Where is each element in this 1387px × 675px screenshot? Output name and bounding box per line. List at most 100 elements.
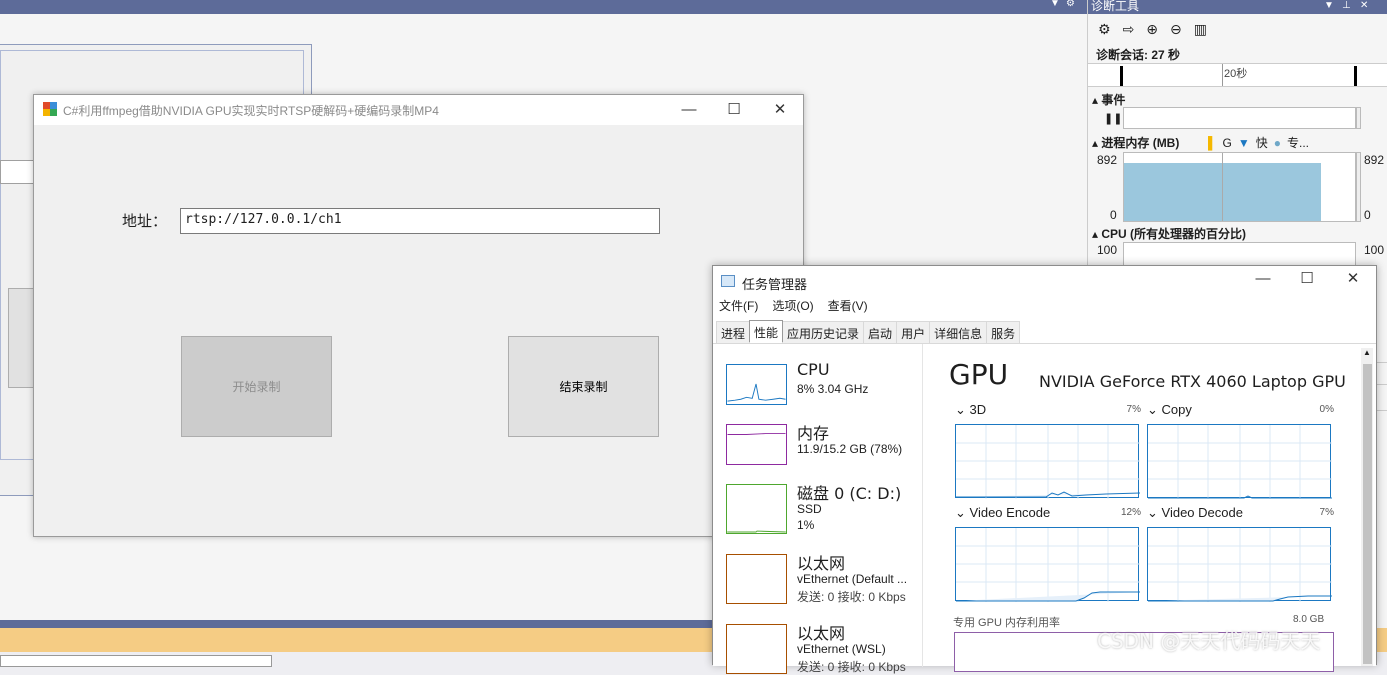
vs-title-strip: ▼ ⚙ (0, 0, 1087, 14)
cpu-section-label: CPU (所有处理器的百分比) (1101, 227, 1247, 241)
events-scrollbar[interactable] (1356, 107, 1361, 129)
tm-scrollbar-thumb[interactable] (1363, 364, 1372, 664)
memory-section-header[interactable]: ▴ 进程内存 (MB) (1092, 134, 1179, 151)
export-icon[interactable]: ⇨ (1123, 21, 1135, 38)
minimize-button[interactable]: — (675, 99, 703, 121)
engine-name: Video Decode (1161, 505, 1243, 520)
chevron-down-icon: ⌄ (955, 402, 970, 417)
events-track[interactable] (1123, 107, 1356, 129)
app-form-icon (43, 102, 57, 116)
resource-cpu[interactable]: CPU 8% 3.04 GHz (726, 360, 926, 415)
resource-detail: 8% 3.04 GHz (797, 382, 869, 396)
tab-app-history[interactable]: 应用历史记录 (782, 321, 865, 343)
dropdown-icon[interactable]: ▼ (1324, 0, 1334, 12)
engine-name: Video Encode (969, 505, 1051, 520)
tm-menu-bar: 文件(F) 选项(O) 查看(V) (719, 297, 868, 314)
close-icon[interactable]: ✕ (1360, 0, 1368, 12)
memory-scrollbar[interactable] (1356, 152, 1361, 222)
legend-gc: G (1222, 135, 1232, 150)
tab-performance[interactable]: 性能 (749, 320, 784, 342)
private-bytes-marker-icon: ● (1273, 135, 1282, 150)
tm-scrollbar[interactable]: ▲ (1361, 348, 1373, 666)
gpu-heading: GPU (949, 358, 1009, 391)
resource-name: 内存 (797, 424, 830, 443)
close-button[interactable]: ✕ (766, 99, 794, 121)
app-titlebar[interactable]: C#利用ffmpeg借助NVIDIA GPU实现实时RTSP硬解码+硬编码录制M… (34, 95, 803, 125)
tm-minimize-button[interactable]: — (1249, 268, 1277, 290)
engine-video-encode-pct: 12% (1120, 507, 1141, 518)
settings-icon[interactable]: ⚙ (1098, 21, 1111, 38)
tab-services[interactable]: 服务 (986, 321, 1021, 343)
designer-textbox[interactable] (0, 160, 35, 184)
zoom-in-icon[interactable]: ⊕ (1146, 21, 1158, 38)
diagnostic-toolbar: ⚙ ⇨ ⊕ ⊖ ▥ (1088, 16, 1387, 42)
scroll-up-icon[interactable]: ▲ (1363, 348, 1371, 357)
resource-ethernet-default[interactable]: 以太网 vEthernet (Default ... 发送: 0 接收: 0 K… (726, 550, 926, 605)
resource-ethernet-wsl[interactable]: 以太网 vEthernet (WSL) 发送: 0 接收: 0 Kbps (726, 620, 926, 675)
reset-view-icon[interactable]: ▥ (1194, 21, 1207, 38)
events-section-label: 事件 (1101, 93, 1126, 107)
engine-video-decode-pct: 7% (1319, 507, 1334, 518)
cpu-max-right: 100 (1364, 243, 1385, 257)
diagnostic-tools-title-text: 诊断工具 (1091, 0, 1140, 13)
address-input[interactable]: rtsp://127.0.0.1/ch1 (180, 208, 660, 234)
diagnostic-timeline[interactable]: 20秒 (1088, 63, 1387, 87)
engine-copy-label[interactable]: ⌄ Copy (1147, 402, 1192, 418)
snapshot-marker-icon: ▼ (1237, 135, 1250, 150)
tab-users[interactable]: 用户 (896, 321, 931, 343)
engine-video-decode-plot (1148, 528, 1332, 602)
resource-disk[interactable]: 磁盘 0 (C: D:) SSD 1% (726, 480, 926, 535)
engine-copy-graph (1147, 424, 1332, 499)
tm-maximize-button[interactable]: ☐ (1293, 268, 1321, 290)
cpu-max-left: 100 (1097, 243, 1118, 257)
engine-3d-graph (955, 424, 1140, 499)
stop-record-button[interactable]: 结束录制 (508, 336, 659, 437)
resource-detail: 11.9/15.2 GB (78%) (797, 442, 903, 456)
engine-video-decode-label[interactable]: ⌄ Video Decode (1147, 505, 1243, 521)
resource-usage: 1% (797, 518, 815, 532)
pause-icon[interactable]: ❚❚ (1104, 112, 1122, 125)
tab-details[interactable]: 详细信息 (929, 321, 988, 343)
timeline-end-marker[interactable] (1354, 66, 1357, 86)
timeline-start-marker[interactable] (1120, 66, 1123, 86)
tm-close-button[interactable]: ✕ (1339, 268, 1367, 290)
app-title: C#利用ffmpeg借助NVIDIA GPU实现实时RTSP硬解码+硬编码录制M… (63, 104, 439, 118)
resource-name: 以太网 (797, 554, 846, 573)
events-section-header[interactable]: ▴ 事件 (1092, 91, 1125, 108)
memory-min-right: 0 (1364, 208, 1371, 222)
diagnostic-session-duration: 诊断会话: 27 秒 (1096, 48, 1181, 62)
maximize-button[interactable]: ☐ (720, 99, 748, 121)
memory-legend: ▌ G ▼ 快 ● 专... (1208, 134, 1309, 151)
resource-memory[interactable]: 内存 11.9/15.2 GB (78%) (726, 420, 926, 475)
gear-icon[interactable]: ⚙ (1066, 0, 1075, 9)
memory-min-left: 0 (1110, 208, 1117, 222)
memory-max-left: 892 (1097, 153, 1118, 167)
diagnostic-tools-panel: 诊断工具 ▼ ⊥ ✕ ⚙ ⇨ ⊕ ⊖ ▥ 诊断会话: 27 秒 20秒 ▴ 事件… (1087, 0, 1387, 300)
dedicated-gpu-memory-max: 8.0 GB (1293, 614, 1325, 625)
resource-list: CPU 8% 3.04 GHz 内存 11.9/15.2 GB (78%) 磁盘… (713, 344, 926, 674)
engine-3d-pct: 7% (1126, 404, 1141, 415)
pin-icon[interactable]: ⊥ (1342, 0, 1351, 12)
dropdown-icon[interactable]: ▼ (1050, 0, 1060, 9)
cpu-thumb-graph (726, 364, 787, 405)
vs-bottom-combo[interactable] (0, 655, 272, 667)
tab-startup[interactable]: 启动 (863, 321, 898, 343)
menu-view[interactable]: 查看(V) (828, 297, 868, 314)
menu-file[interactable]: 文件(F) (719, 297, 758, 314)
engine-video-encode-label[interactable]: ⌄ Video Encode (955, 505, 1050, 521)
zoom-out-icon[interactable]: ⊖ (1170, 21, 1182, 38)
app-window: C#利用ffmpeg借助NVIDIA GPU实现实时RTSP硬解码+硬编码录制M… (33, 94, 804, 537)
chevron-down-icon: ⌄ (1147, 402, 1162, 417)
engine-3d-label[interactable]: ⌄ 3D (955, 402, 986, 418)
memory-chart[interactable] (1123, 152, 1356, 222)
engine-video-encode-graph (955, 527, 1140, 602)
start-record-button[interactable]: 开始录制 (181, 336, 332, 437)
resource-name: 以太网 (797, 624, 846, 643)
menu-options[interactable]: 选项(O) (772, 297, 813, 314)
vs-bottom-toolbar (0, 652, 712, 667)
task-manager-window: 任务管理器 — ☐ ✕ 文件(F) 选项(O) 查看(V) 进程 性能 应用历史… (712, 265, 1377, 674)
resource-usage: 发送: 0 接收: 0 Kbps (797, 660, 906, 674)
tab-processes[interactable]: 进程 (716, 321, 751, 343)
disk-thumb-graph (726, 484, 787, 534)
cpu-section-header[interactable]: ▴ CPU (所有处理器的百分比) (1092, 225, 1246, 242)
